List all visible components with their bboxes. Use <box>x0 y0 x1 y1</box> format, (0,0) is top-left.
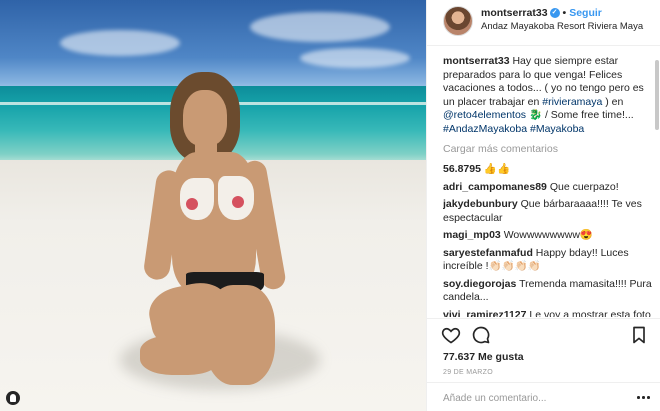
comment-text: Que cuerpazo! <box>549 180 619 193</box>
emoji: 🐉 <box>528 109 543 121</box>
comment-icon[interactable] <box>471 325 491 345</box>
comment-username[interactable]: 56.8795 <box>443 163 481 175</box>
follow-button[interactable]: Seguir <box>569 7 602 19</box>
figure-face <box>183 90 227 146</box>
bikini-top-left <box>180 178 214 220</box>
comment-item: saryestefanmafud Happy bday!! Luces incr… <box>443 247 655 274</box>
post-date[interactable]: 29 DE MARZO <box>443 369 493 376</box>
caption-username[interactable]: montserrat33 <box>443 55 510 67</box>
comment-username[interactable]: jakydebunbury <box>443 198 518 210</box>
avatar[interactable] <box>443 6 473 36</box>
comment-username[interactable]: vivi_ramirez1127 <box>443 309 527 318</box>
comments-scrollbar[interactable] <box>655 56 659 316</box>
user-tag-icon[interactable] <box>6 391 20 405</box>
heart-icon[interactable] <box>441 325 461 345</box>
cloud <box>60 30 180 56</box>
comment-item: adri_campomanes89 Que cuerpazo! <box>443 181 655 195</box>
comment-username[interactable]: adri_campomanes89 <box>443 181 547 193</box>
comment-item: 56.8795 👍👍 <box>443 163 655 177</box>
more-options-icon[interactable] <box>637 392 651 402</box>
comment-item: vivi_ramirez1127 Le voy a mostrar esta f… <box>443 309 655 318</box>
comment-username[interactable]: soy.diegorojas <box>443 278 516 290</box>
figure-left-shin <box>140 335 220 375</box>
cloud <box>250 12 390 42</box>
flower-print <box>186 198 198 210</box>
like-count[interactable]: 77.637 Me gusta <box>443 351 524 363</box>
comment-item: magi_mp03 Wowwwwwwww😍 <box>443 229 655 243</box>
comment-username[interactable]: magi_mp03 <box>443 229 501 241</box>
add-comment-bar <box>427 382 660 411</box>
separator-dot: • <box>562 7 567 19</box>
post-photo[interactable] <box>0 0 426 411</box>
mention-link[interactable]: @reto4elementos <box>443 109 526 121</box>
hashtag-link[interactable]: #Mayakoba <box>530 123 584 135</box>
comment-username[interactable]: saryestefanmafud <box>443 247 533 259</box>
location-link[interactable]: Andaz Mayakoba Resort Riviera Maya <box>481 21 643 32</box>
comment-item: jakydebunbury Que bárbaraaaa!!!! Te ves … <box>443 198 655 225</box>
post-header: montserrat33 ✓ • Seguir Andaz Mayakoba Reso… <box>427 0 660 46</box>
bookmark-icon[interactable] <box>629 325 649 345</box>
comments-list[interactable]: montserrat33 Hay que siempre estar prepa… <box>443 55 655 317</box>
header-username[interactable]: montserrat33 <box>481 7 548 19</box>
scrollbar-thumb[interactable] <box>655 60 659 130</box>
post-actions: 77.637 Me gusta 29 DE MARZO <box>427 318 660 410</box>
caption-text: ) en <box>602 95 624 108</box>
caption-text: / Some free time!... <box>542 109 634 121</box>
comment-item: soy.diegorojas Tremenda mamasita!!!! Pur… <box>443 278 655 305</box>
post-side-panel: montserrat33 ✓ • Seguir Andaz Mayakoba Reso… <box>426 0 660 411</box>
verified-badge-icon: ✓ <box>549 8 560 19</box>
comment-text: 👍👍 <box>483 163 511 175</box>
post-caption: montserrat33 Hay que siempre estar prepa… <box>443 55 655 136</box>
comment-text: Wowwwwwwww😍 <box>503 229 593 241</box>
flower-print <box>232 196 244 208</box>
header-user-line: montserrat33 ✓ • Seguir <box>481 7 602 19</box>
cloud <box>300 48 410 68</box>
hashtag-link[interactable]: #AndazMayakoba <box>443 123 527 135</box>
load-more-comments-button[interactable]: Cargar más comentarios <box>443 143 655 155</box>
figure-right-thigh <box>205 285 275 385</box>
instagram-post-modal: montserrat33 ✓ • Seguir Andaz Mayakoba Reso… <box>0 0 660 411</box>
add-comment-input[interactable] <box>443 391 623 405</box>
hashtag-link[interactable]: #rivieramaya <box>542 96 602 108</box>
